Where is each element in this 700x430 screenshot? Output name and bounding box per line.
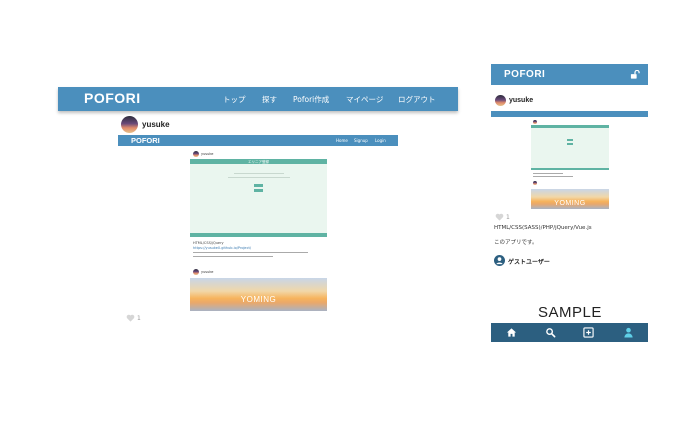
mobile-description: このアプリです。 (494, 240, 538, 246)
mobile-screenshot-text-line (533, 176, 573, 177)
mobile-banner-text: YOMING (554, 200, 586, 207)
heart-icon[interactable] (126, 314, 135, 322)
username[interactable]: yusuke (509, 97, 533, 104)
mobile-tech: HTML/CSS(SASS)/PHP/jQuery/Vue.js (494, 225, 592, 231)
screenshot-link: https://yusuke0.github.io/Project/ (193, 246, 252, 250)
screenshot-username: yusuke (201, 270, 214, 274)
screenshot-banner: YOMING (190, 278, 327, 311)
screenshot-card: エリニア登録 (190, 159, 327, 237)
screenshot-image: yusuke エリニア登録 HTML/CSS/jQuery https://yu… (190, 149, 327, 311)
unlock-icon[interactable] (630, 70, 640, 79)
mobile-screenshot-avatar (533, 120, 537, 124)
screenshot-avatar (193, 151, 199, 157)
screenshot-text-line (193, 256, 273, 257)
desktop-logo[interactable]: POFORI (84, 90, 141, 106)
screenshot-logo: POFORI (131, 136, 160, 145)
mobile-screenshot-header (491, 111, 648, 117)
mobile-header: POFORI (491, 64, 648, 85)
home-icon[interactable] (506, 327, 517, 338)
mobile-screenshot-card-footer (531, 168, 609, 170)
like-count: 1 (506, 214, 510, 221)
mobile-logo[interactable]: POFORI (504, 69, 545, 80)
heart-icon[interactable] (495, 213, 504, 221)
user-circle-icon[interactable] (494, 255, 505, 266)
nav-top[interactable]: トップ (223, 94, 246, 105)
screenshot-text-line (228, 177, 290, 178)
screenshot-card-title: エリニア登録 (248, 159, 269, 164)
screenshot-card-footer (190, 233, 327, 237)
nav-create[interactable]: Pofori作成 (293, 94, 329, 105)
screenshot-nav-login: Login (375, 138, 386, 143)
desktop-header: POFORI トップ 探す Pofori作成 マイページ ログアウト (58, 87, 458, 111)
mobile-screenshot-text-line (533, 173, 563, 174)
search-icon[interactable] (545, 327, 556, 338)
screenshot-header: POFORI Home Signup Login (118, 135, 398, 146)
nav-search[interactable]: 探す (262, 94, 277, 105)
screenshot-button (254, 189, 263, 192)
screenshot-button (254, 184, 263, 187)
mobile-screenshot-button (567, 139, 573, 141)
mobile-screenshot-image: YOMING (491, 111, 648, 209)
screenshot-nav-signup: Signup (354, 138, 368, 143)
nav-mypage[interactable]: マイページ (346, 94, 383, 105)
avatar[interactable] (495, 95, 506, 106)
screenshot-avatar (193, 269, 199, 275)
like-count: 1 (137, 315, 141, 322)
mobile-footer-nav (491, 323, 648, 342)
mobile-screenshot-card-bar (531, 125, 609, 128)
screenshot-text-line (234, 173, 284, 174)
avatar[interactable] (121, 116, 138, 133)
screenshot-banner-text: YOMING (240, 295, 277, 304)
screenshot-text-line (193, 252, 308, 253)
mobile-screenshot-avatar (533, 181, 537, 185)
sample-label: SAMPLE (538, 304, 602, 321)
mobile-screenshot-card (531, 125, 609, 170)
nav-logout[interactable]: ログアウト (398, 94, 436, 105)
screenshot-nav-home: Home (336, 138, 348, 143)
mobile-screenshot-button (567, 143, 573, 145)
guest-user[interactable]: ゲストユーザー (508, 257, 550, 266)
screenshot-tech: HTML/CSS/jQuery (193, 241, 224, 245)
plus-square-icon[interactable] (583, 327, 594, 338)
mobile-banner: YOMING (531, 189, 609, 209)
username[interactable]: yusuke (142, 120, 170, 129)
user-icon[interactable] (623, 327, 634, 338)
screenshot-username: yusuke (201, 152, 214, 156)
